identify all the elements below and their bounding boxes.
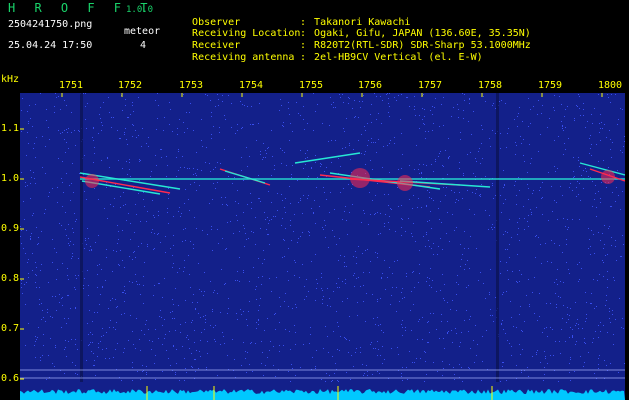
x-tick-label: 1758 xyxy=(478,80,503,91)
meteor-head xyxy=(85,174,99,188)
x-tick-label: 1756 xyxy=(358,80,383,91)
meteor-label: meteor xyxy=(124,26,161,37)
x-tick-label: 1752 xyxy=(118,80,143,91)
y-tick-label: 0.6 xyxy=(1,373,20,384)
x-tick-label: 1759 xyxy=(538,80,563,91)
x-tick-label: 1754 xyxy=(239,80,264,91)
antenna-key: Receiving antenna xyxy=(192,52,295,63)
antenna-value: 2el-HB9CV Vertical (el. E-W) xyxy=(314,52,483,63)
y-tick-label: 0.8 xyxy=(1,273,20,284)
x-tick-label: 1800 xyxy=(598,80,623,91)
image-filename: 2504241750.png xyxy=(8,19,93,30)
y-tick-label: 1.0 xyxy=(1,173,20,184)
x-tick-label: 1753 xyxy=(179,80,204,91)
meteor-head xyxy=(397,175,413,191)
spectrogram-plot xyxy=(20,93,625,400)
x-tick-label: 1755 xyxy=(299,80,324,91)
y-tick-label: 0.9 xyxy=(1,223,20,234)
x-tick-label: 1751 xyxy=(59,80,84,91)
spectrogram-canvas xyxy=(20,93,625,400)
info-separator: : xyxy=(300,52,307,63)
antenna-row: Receiving antenna:2el-HB9CV Vertical (el… xyxy=(180,40,483,64)
meteor-count: 4 xyxy=(140,40,147,51)
plot-background xyxy=(20,93,625,400)
meteor-head xyxy=(350,168,370,188)
capture-timestamp: 25.04.24 17:50 xyxy=(8,40,93,51)
y-axis-unit: kHz xyxy=(1,74,20,85)
x-tick-label: 1757 xyxy=(418,80,443,91)
app-version: 1.0.0 xyxy=(126,5,154,15)
meteor-head xyxy=(601,170,615,184)
time-gap xyxy=(80,93,83,382)
time-gap xyxy=(496,93,499,382)
y-tick-label: 1.1 xyxy=(1,123,20,134)
y-tick-label: 0.7 xyxy=(1,323,20,334)
